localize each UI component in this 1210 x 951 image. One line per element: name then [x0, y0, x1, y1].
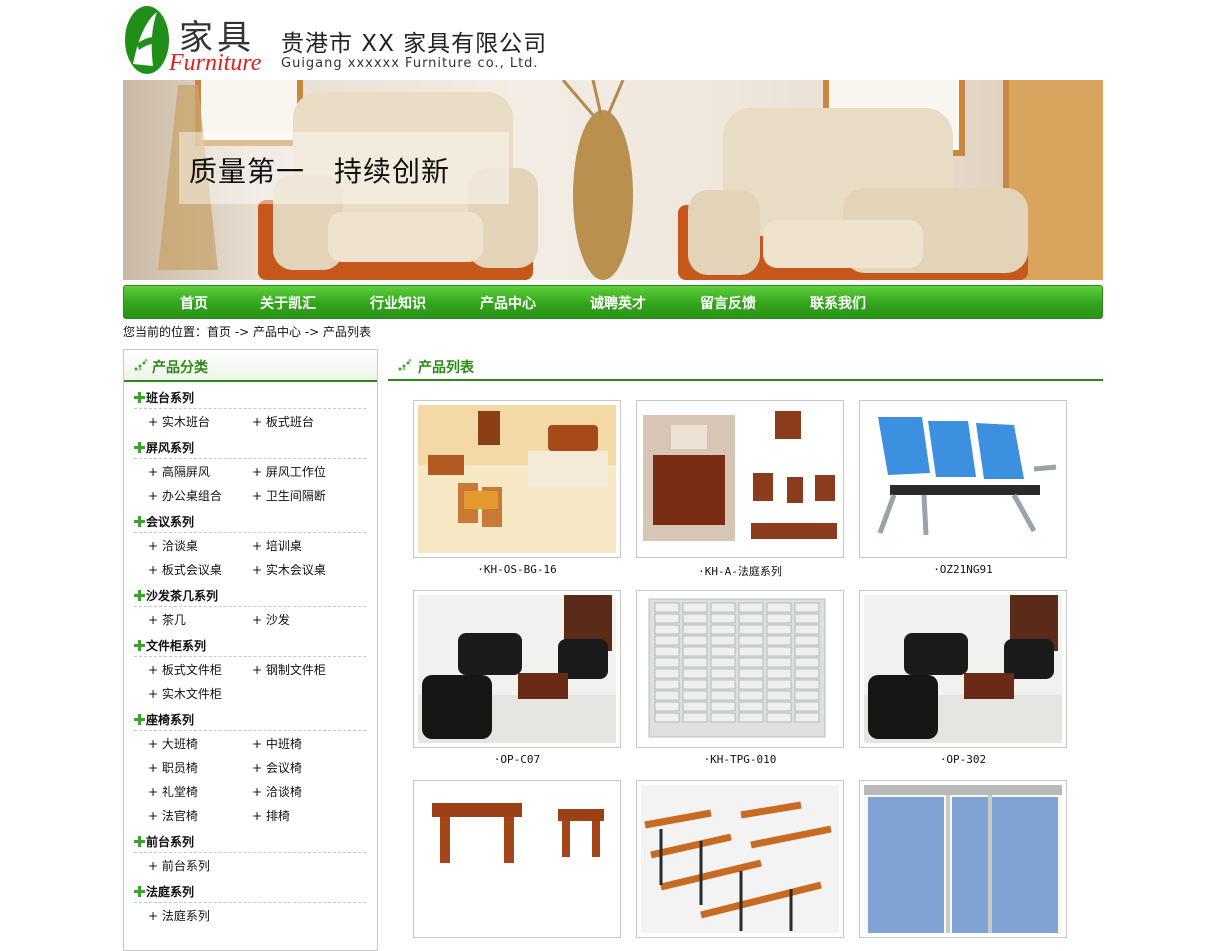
dots-icon: [398, 359, 412, 371]
product-caption[interactable]: ·OP-302: [859, 753, 1067, 766]
category-item[interactable]: + 培训桌: [252, 537, 302, 554]
nav-item-feedback[interactable]: 留言反馈: [700, 293, 756, 313]
category-item[interactable]: + 大班椅: [148, 735, 198, 752]
category-item[interactable]: + 前台系列: [148, 857, 210, 874]
category-item[interactable]: + 会议椅: [252, 759, 302, 776]
product-card[interactable]: [636, 780, 844, 938]
divider: [134, 408, 366, 409]
divider: [134, 606, 366, 607]
category-item[interactable]: + 实木文件柜: [148, 685, 222, 702]
product-card[interactable]: [859, 400, 1067, 558]
category-item[interactable]: + 卫生间隔断: [252, 487, 326, 504]
category-sidebar: 产品分类 班台系列 + 实木班台 + 板式班台 屏风系列 + 高隔屏风 + 屏风…: [123, 349, 378, 951]
category-title[interactable]: 班台系列: [134, 389, 194, 406]
logo-icon[interactable]: [123, 4, 171, 76]
category-title[interactable]: 座椅系列: [134, 711, 194, 728]
banner-slogan-box: 质量第一 持续创新: [179, 132, 509, 204]
divider: [134, 656, 366, 657]
category-item[interactable]: + 办公桌组合: [148, 487, 222, 504]
category-title[interactable]: 沙发茶几系列: [134, 587, 218, 604]
category-item[interactable]: + 高隔屏风: [148, 463, 210, 480]
divider: [134, 532, 366, 533]
product-list-title: 产品列表: [418, 360, 474, 376]
wooden-tables-image: [418, 785, 616, 933]
product-card[interactable]: [413, 400, 621, 558]
steel-locker-cabinet-image: [641, 595, 839, 743]
category-item[interactable]: + 洽谈椅: [252, 783, 302, 800]
product-card[interactable]: [859, 590, 1067, 748]
nav-item-home[interactable]: 首页: [180, 293, 208, 313]
category-item[interactable]: + 洽谈桌: [148, 537, 198, 554]
plus-icon: [134, 590, 145, 601]
category-item[interactable]: + 屏风工作位: [252, 463, 326, 480]
site-header: 家具 Furniture 贵港市 XX 家具有限公司 Guigang xxxxx…: [123, 0, 1103, 80]
plus-icon: [134, 516, 145, 527]
plus-icon: [134, 392, 145, 403]
plus-icon: [134, 640, 145, 651]
category-title[interactable]: 前台系列: [134, 833, 194, 850]
dots-icon: [134, 359, 148, 371]
category-title[interactable]: 屏风系列: [134, 439, 194, 456]
category-title[interactable]: 文件柜系列: [134, 637, 206, 654]
category-item[interactable]: + 法庭系列: [148, 907, 210, 924]
plus-icon: [134, 714, 145, 725]
product-card[interactable]: [859, 780, 1067, 938]
company-name-cn: 贵港市 XX 家具有限公司: [281, 31, 548, 57]
category-item[interactable]: + 钢制文件柜: [252, 661, 326, 678]
product-card[interactable]: [636, 400, 844, 558]
category-item[interactable]: + 沙发: [252, 611, 290, 628]
company-name-en: Guigang xxxxxx Furniture co., Ltd.: [281, 56, 539, 71]
product-caption[interactable]: ·KH-A-法庭系列: [636, 563, 844, 579]
product-caption[interactable]: ·KH-OS-BG-16: [413, 563, 621, 576]
divider: [134, 902, 366, 903]
product-caption[interactable]: ·OP-C07: [413, 753, 621, 766]
blue-bench-seating-image: [864, 405, 1062, 553]
sidebar-title: 产品分类: [152, 360, 208, 376]
nav-item-jobs[interactable]: 诚聘英才: [590, 293, 646, 313]
main-nav: 首页 关于凯汇 行业知识 产品中心 诚聘英才 留言反馈 联系我们: [123, 285, 1103, 319]
nav-item-contact[interactable]: 联系我们: [810, 293, 866, 313]
training-desks-image: [641, 785, 839, 933]
category-item[interactable]: + 实木会议桌: [252, 561, 326, 578]
nav-item-products[interactable]: 产品中心: [480, 293, 536, 313]
category-item[interactable]: + 板式文件柜: [148, 661, 222, 678]
category-item[interactable]: + 茶几: [148, 611, 186, 628]
category-title[interactable]: 法庭系列: [134, 883, 194, 900]
divider: [134, 458, 366, 459]
divider: [134, 852, 366, 853]
category-item[interactable]: + 职员椅: [148, 759, 198, 776]
product-card[interactable]: [413, 590, 621, 748]
hero-banner: 质量第一 持续创新: [123, 80, 1103, 280]
category-item[interactable]: + 礼堂椅: [148, 783, 198, 800]
product-caption[interactable]: ·KH-TPG-010: [636, 753, 844, 766]
leather-sofa-set-image: [418, 595, 616, 743]
category-item[interactable]: + 板式会议桌: [148, 561, 222, 578]
leather-sofa-set-image: [864, 595, 1062, 743]
product-caption[interactable]: ·OZ21NG91: [859, 563, 1067, 576]
breadcrumb: 您当前的位置：首页 -> 产品中心 -> 产品列表: [123, 325, 372, 339]
category-item[interactable]: + 法官椅: [148, 807, 198, 824]
banner-slogan: 质量第一 持续创新: [189, 155, 451, 188]
courtroom-furniture-image: [641, 405, 839, 553]
category-item[interactable]: + 实木班台: [148, 413, 210, 430]
nav-item-about[interactable]: 关于凯汇: [260, 293, 316, 313]
divider: [134, 730, 366, 731]
logo-en-text: Furniture: [169, 50, 262, 76]
product-card[interactable]: [636, 590, 844, 748]
product-list-header: 产品列表: [388, 353, 1103, 381]
sidebar-header: 产品分类: [124, 350, 377, 382]
category-item[interactable]: + 排椅: [252, 807, 290, 824]
plus-icon: [134, 442, 145, 453]
category-item[interactable]: + 板式班台: [252, 413, 314, 430]
bedroom-set-image: [418, 405, 616, 553]
category-title[interactable]: 会议系列: [134, 513, 194, 530]
product-card[interactable]: [413, 780, 621, 938]
plus-icon: [134, 836, 145, 847]
category-item[interactable]: + 中班椅: [252, 735, 302, 752]
nav-item-knowledge[interactable]: 行业知识: [370, 293, 426, 313]
toilet-partition-image: [864, 785, 1062, 933]
plus-icon: [134, 886, 145, 897]
